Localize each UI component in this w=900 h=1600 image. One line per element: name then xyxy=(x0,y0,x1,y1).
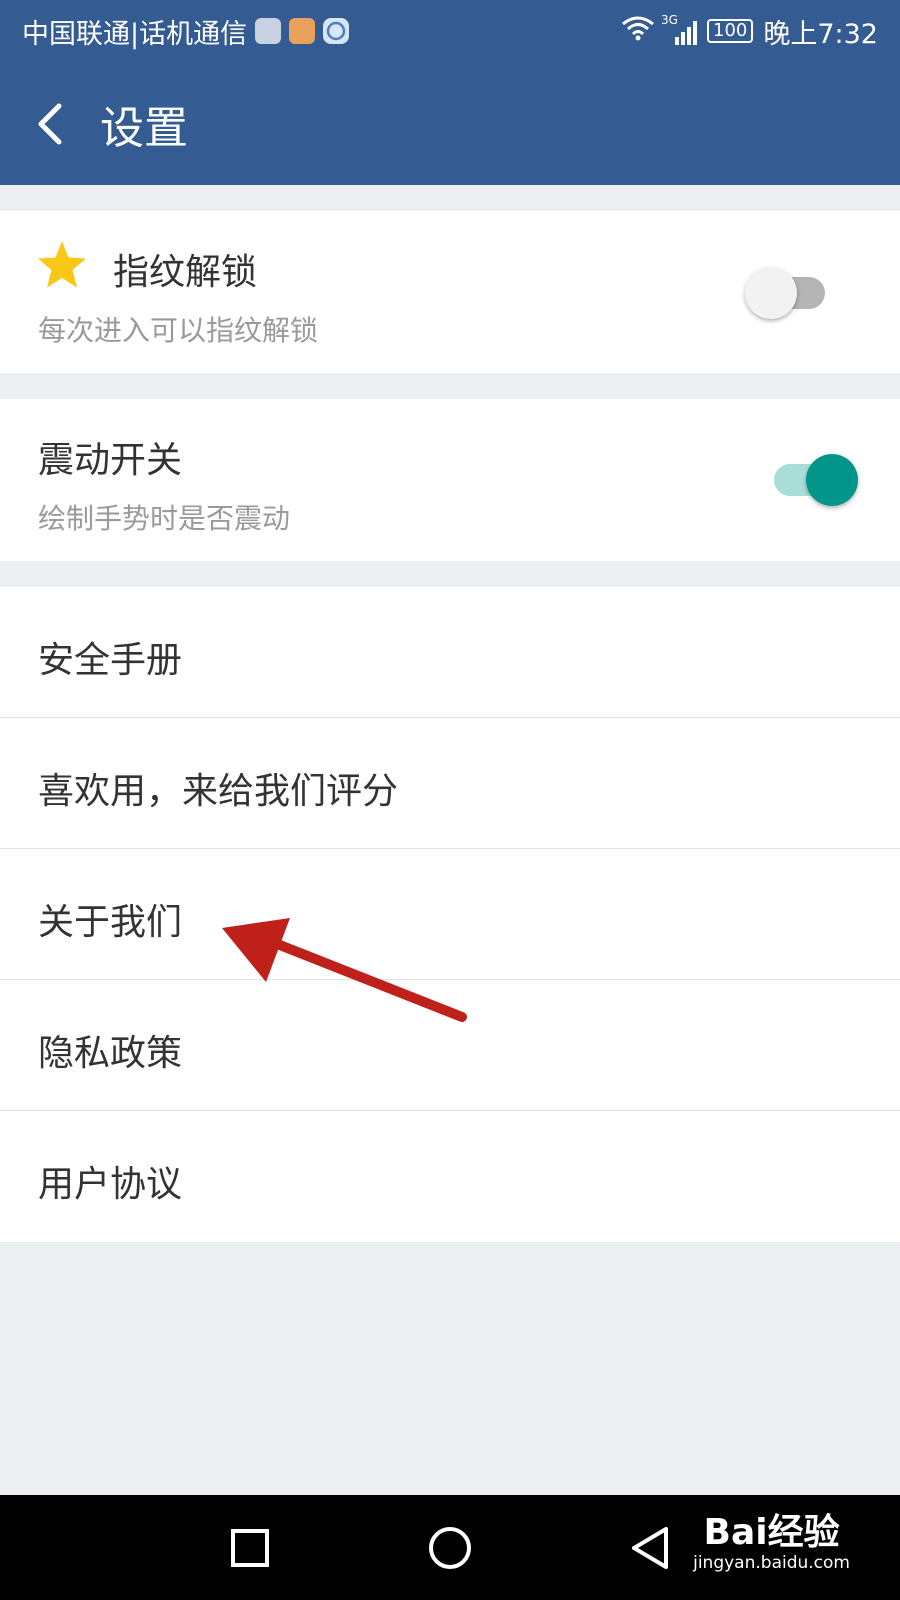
fingerprint-setting-row[interactable]: 指纹解锁 每次进入可以指纹解锁 xyxy=(0,211,900,373)
message-app-icon xyxy=(255,18,282,44)
recent-apps-button[interactable] xyxy=(215,1515,285,1581)
status-bar: 中国联通|话机通信 3G 100 晚上7:32 xyxy=(0,0,900,62)
navigation-bar: Bai经验 jingyan.baidu.com xyxy=(0,1495,900,1600)
list-item-label: 关于我们 xyxy=(38,902,183,943)
fingerprint-toggle[interactable] xyxy=(745,262,845,322)
battery-icon: 100 xyxy=(707,19,754,43)
back-button[interactable] xyxy=(0,62,100,185)
watermark-logo: Bai经验 xyxy=(703,1512,840,1553)
list-item-safety-manual[interactable]: 安全手册 xyxy=(0,587,900,718)
circle-icon xyxy=(429,1527,471,1569)
list-item-about-us[interactable]: 关于我们 xyxy=(0,849,900,980)
home-button[interactable] xyxy=(415,1515,485,1581)
list-item-label: 隐私政策 xyxy=(38,1033,183,1074)
vibration-toggle[interactable] xyxy=(760,449,860,509)
fingerprint-setting-card: 指纹解锁 每次进入可以指纹解锁 xyxy=(0,211,900,373)
carrier-label: 中国联通|话机通信 xyxy=(22,18,248,50)
network-type-label: 3G xyxy=(661,13,678,27)
toggle-thumb xyxy=(806,454,858,506)
baidu-jingyan-watermark: Bai经验 jingyan.baidu.com xyxy=(693,1503,850,1573)
watermark-url: jingyan.baidu.com xyxy=(693,1553,850,1573)
fingerprint-subtitle: 每次进入可以指纹解锁 xyxy=(38,314,319,347)
menu-list: 安全手册 喜欢用，来给我们评分 关于我们 隐私政策 用户协议 xyxy=(0,587,900,1242)
list-item-user-agreement[interactable]: 用户协议 xyxy=(0,1111,900,1242)
triangle-back-icon xyxy=(632,1527,668,1569)
toggle-thumb xyxy=(745,267,797,319)
signal-icon: 3G xyxy=(661,13,697,45)
star-icon xyxy=(38,241,86,288)
square-icon xyxy=(231,1529,269,1567)
list-item-label: 用户协议 xyxy=(38,1164,183,1205)
fingerprint-title: 指纹解锁 xyxy=(113,252,258,293)
list-item-privacy-policy[interactable]: 隐私政策 xyxy=(0,980,900,1111)
vibration-setting-row[interactable]: 震动开关 绘制手势时是否震动 xyxy=(0,399,900,561)
page-title: 设置 xyxy=(100,102,188,154)
browser-app-icon xyxy=(323,18,350,44)
status-right: 3G 100 晚上7:32 xyxy=(621,12,878,51)
list-item-label: 安全手册 xyxy=(38,640,183,681)
clock-label: 晚上7:32 xyxy=(763,18,878,50)
vibration-setting-card: 震动开关 绘制手势时是否震动 xyxy=(0,399,900,561)
back-nav-button[interactable] xyxy=(615,1515,685,1581)
vibration-title: 震动开关 xyxy=(38,440,183,481)
battery-level: 100 xyxy=(713,20,748,41)
list-item-rate-us[interactable]: 喜欢用，来给我们评分 xyxy=(0,718,900,849)
list-item-label: 喜欢用，来给我们评分 xyxy=(38,771,399,812)
status-left: 中国联通|话机通信 xyxy=(22,12,350,51)
back-arrow-icon xyxy=(38,103,62,144)
vibration-subtitle: 绘制手势时是否震动 xyxy=(38,502,291,535)
app-bar: 设置 xyxy=(0,62,900,185)
wifi-icon xyxy=(621,14,655,49)
notification-app-icon xyxy=(289,18,316,44)
